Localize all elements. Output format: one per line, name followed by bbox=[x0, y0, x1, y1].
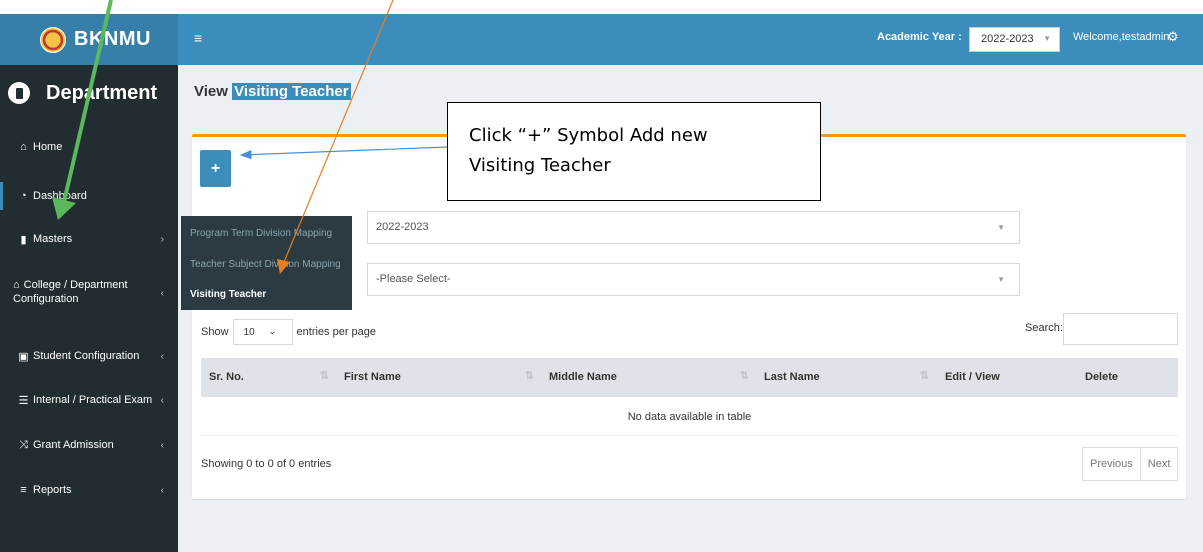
brand-name: BKNMU bbox=[74, 28, 151, 50]
column-label: Edit / View bbox=[945, 371, 1000, 383]
plus-icon: + bbox=[210, 159, 221, 177]
entries-per-page-select[interactable]: 10 ⌄ bbox=[232, 319, 293, 345]
caret-down-icon: ▼ bbox=[1043, 34, 1051, 43]
annotation-line-2: Visiting Teacher bbox=[469, 155, 611, 176]
welcome-user[interactable]: Welcome,testadmin bbox=[1073, 31, 1169, 43]
university-logo-icon bbox=[40, 26, 66, 53]
sort-asc-icon: ⇅ bbox=[319, 370, 329, 382]
search-label: Search: bbox=[1025, 322, 1063, 334]
academic-year-filter-select[interactable]: 2022-2023 ▼ bbox=[367, 211, 1020, 244]
sidebar-item-dashboard[interactable]: ◔ Dashboard bbox=[0, 182, 178, 210]
id-card-icon: ▣ bbox=[18, 350, 29, 363]
visiting-teacher-table: Sr. No. ⇅ First Name ⇅ Middle Name ⇅ Last N… bbox=[201, 358, 1178, 436]
show-label: Show bbox=[201, 326, 229, 338]
caret-down-icon: ▼ bbox=[997, 275, 1005, 284]
previous-page-button[interactable]: Previous bbox=[1083, 448, 1141, 480]
entries-length-control: Show 10 ⌄ entries per page bbox=[201, 319, 376, 345]
sidebar-item-masters[interactable]: ▮ Masters › bbox=[0, 232, 178, 246]
add-visiting-teacher-button[interactable]: + bbox=[200, 150, 231, 187]
sidebar-item-label: ⌂ College / Department Configuration bbox=[13, 278, 148, 306]
random-icon: ⤨ bbox=[19, 438, 28, 451]
submenu-item-teacher-subject-division-mapping[interactable]: Teacher Subject Division Mapping bbox=[190, 259, 341, 270]
sidebar-item-reports[interactable]: ≡ Reports ‹ bbox=[0, 483, 178, 497]
column-last-name[interactable]: Last Name ⇅ bbox=[753, 358, 933, 397]
column-delete: Delete bbox=[1081, 358, 1178, 397]
brand[interactable]: BKNMU bbox=[0, 14, 178, 65]
sidebar-item-label: Internal / Practical Exam bbox=[33, 394, 153, 406]
caret-down-icon: ▼ bbox=[997, 223, 1005, 232]
column-edit-view: Edit / View bbox=[933, 358, 1081, 397]
chevron-left-icon: ‹ bbox=[160, 484, 164, 496]
sidebar-item-label: Masters bbox=[33, 233, 73, 245]
pagination: Previous Next bbox=[1082, 447, 1179, 481]
department-panel: Department bbox=[0, 65, 178, 121]
page-title-highlight: Visiting Teacher bbox=[232, 83, 351, 100]
column-middle-name[interactable]: Middle Name ⇅ bbox=[538, 358, 753, 397]
chevron-left-icon: ‹ bbox=[160, 288, 164, 299]
entries-label: entries per page bbox=[296, 326, 377, 338]
entries-per-page-value: 10 bbox=[243, 327, 255, 338]
sort-icon: ⇅ bbox=[919, 370, 929, 382]
sidebar: BKNMU Department ⌂ Home ◔ Dashboard ▮ Ma… bbox=[0, 14, 178, 552]
book-icon: ▮ bbox=[20, 233, 27, 246]
year-filter-value: 2022-2023 bbox=[376, 221, 429, 233]
sidebar-item-label: Reports bbox=[33, 484, 72, 496]
sidebar-item-label: Home bbox=[33, 141, 63, 153]
hamburger-menu-icon[interactable]: ≡ bbox=[194, 30, 202, 46]
dashboard-icon: ◔ bbox=[20, 190, 27, 202]
chevron-right-icon: › bbox=[160, 233, 164, 245]
chevron-down-icon: ⌄ bbox=[268, 326, 277, 336]
top-navbar: ≡ Academic Year : 2022-2023 ▼ Welcome,te… bbox=[178, 14, 1203, 65]
program-filter-value: -Please Select- bbox=[376, 273, 451, 285]
top-margin bbox=[0, 0, 1203, 14]
submenu-item-visiting-teacher[interactable]: Visiting Teacher bbox=[190, 289, 266, 300]
sidebar-item-label: Dashboard bbox=[33, 190, 87, 202]
chevron-left-icon: ‹ bbox=[160, 439, 164, 451]
column-label: Sr. No. bbox=[209, 371, 244, 383]
list-icon: ☰ bbox=[18, 394, 29, 407]
table-header: Sr. No. ⇅ First Name ⇅ Middle Name ⇅ Last N… bbox=[201, 358, 1178, 397]
masters-submenu: Program Term Division Mapping Teacher Su… bbox=[181, 216, 352, 310]
page-title-prefix: View bbox=[194, 83, 228, 100]
sidebar-item-college-department-configuration[interactable]: ⌂ College / Department Configuration ‹ bbox=[0, 278, 178, 306]
sidebar-item-student-configuration[interactable]: ▣ Student Configuration ‹ bbox=[0, 349, 178, 363]
sort-icon: ⇅ bbox=[739, 370, 749, 382]
column-label: Middle Name bbox=[549, 371, 617, 383]
chevron-left-icon: ‹ bbox=[160, 394, 164, 406]
empty-table-row: No data available in table bbox=[201, 397, 1178, 436]
page-title: View Visiting Teacher bbox=[194, 83, 351, 100]
submenu-item-program-term-division-mapping[interactable]: Program Term Division Mapping bbox=[190, 228, 332, 239]
annotation-line-1: Click “+” Symbol Add new bbox=[469, 125, 708, 146]
bars-icon: ≡ bbox=[20, 484, 27, 496]
home-icon: ⌂ bbox=[20, 141, 27, 153]
academic-year-value: 2022-2023 bbox=[981, 33, 1034, 45]
sidebar-item-label: Student Configuration bbox=[33, 350, 140, 362]
bank-icon: ⌂ bbox=[13, 279, 20, 291]
sidebar-item-home[interactable]: ⌂ Home bbox=[0, 140, 178, 154]
column-first-name[interactable]: First Name ⇅ bbox=[333, 358, 538, 397]
sidebar-item-label-text: College / Department Configuration bbox=[13, 279, 128, 305]
sidebar-item-internal-practical-exam[interactable]: ☰ Internal / Practical Exam ‹ bbox=[0, 393, 178, 407]
sidebar-item-label: Grant Admission bbox=[33, 439, 114, 451]
search-input[interactable] bbox=[1063, 313, 1178, 345]
column-label: Delete bbox=[1085, 371, 1119, 383]
settings-cogs-icon[interactable]: ⚙ bbox=[1167, 29, 1179, 45]
table-info: Showing 0 to 0 of 0 entries bbox=[201, 458, 332, 470]
column-label: First Name bbox=[344, 371, 401, 383]
phone-icon bbox=[8, 82, 30, 104]
sidebar-item-grant-admission[interactable]: ⤨ Grant Admission ‹ bbox=[0, 438, 178, 452]
next-page-button[interactable]: Next bbox=[1141, 448, 1178, 480]
academic-year-select[interactable]: 2022-2023 ▼ bbox=[969, 27, 1060, 52]
column-label: Last Name bbox=[764, 371, 820, 383]
annotation-callout: Click “+” Symbol Add new Visiting Teache… bbox=[447, 102, 821, 201]
chevron-left-icon: ‹ bbox=[160, 350, 164, 362]
program-filter-select[interactable]: -Please Select- ▼ bbox=[367, 263, 1020, 296]
department-title: Department bbox=[46, 81, 158, 104]
academic-year-label: Academic Year : bbox=[877, 31, 962, 43]
column-sr-no[interactable]: Sr. No. ⇅ bbox=[201, 358, 333, 397]
sort-icon: ⇅ bbox=[524, 370, 534, 382]
